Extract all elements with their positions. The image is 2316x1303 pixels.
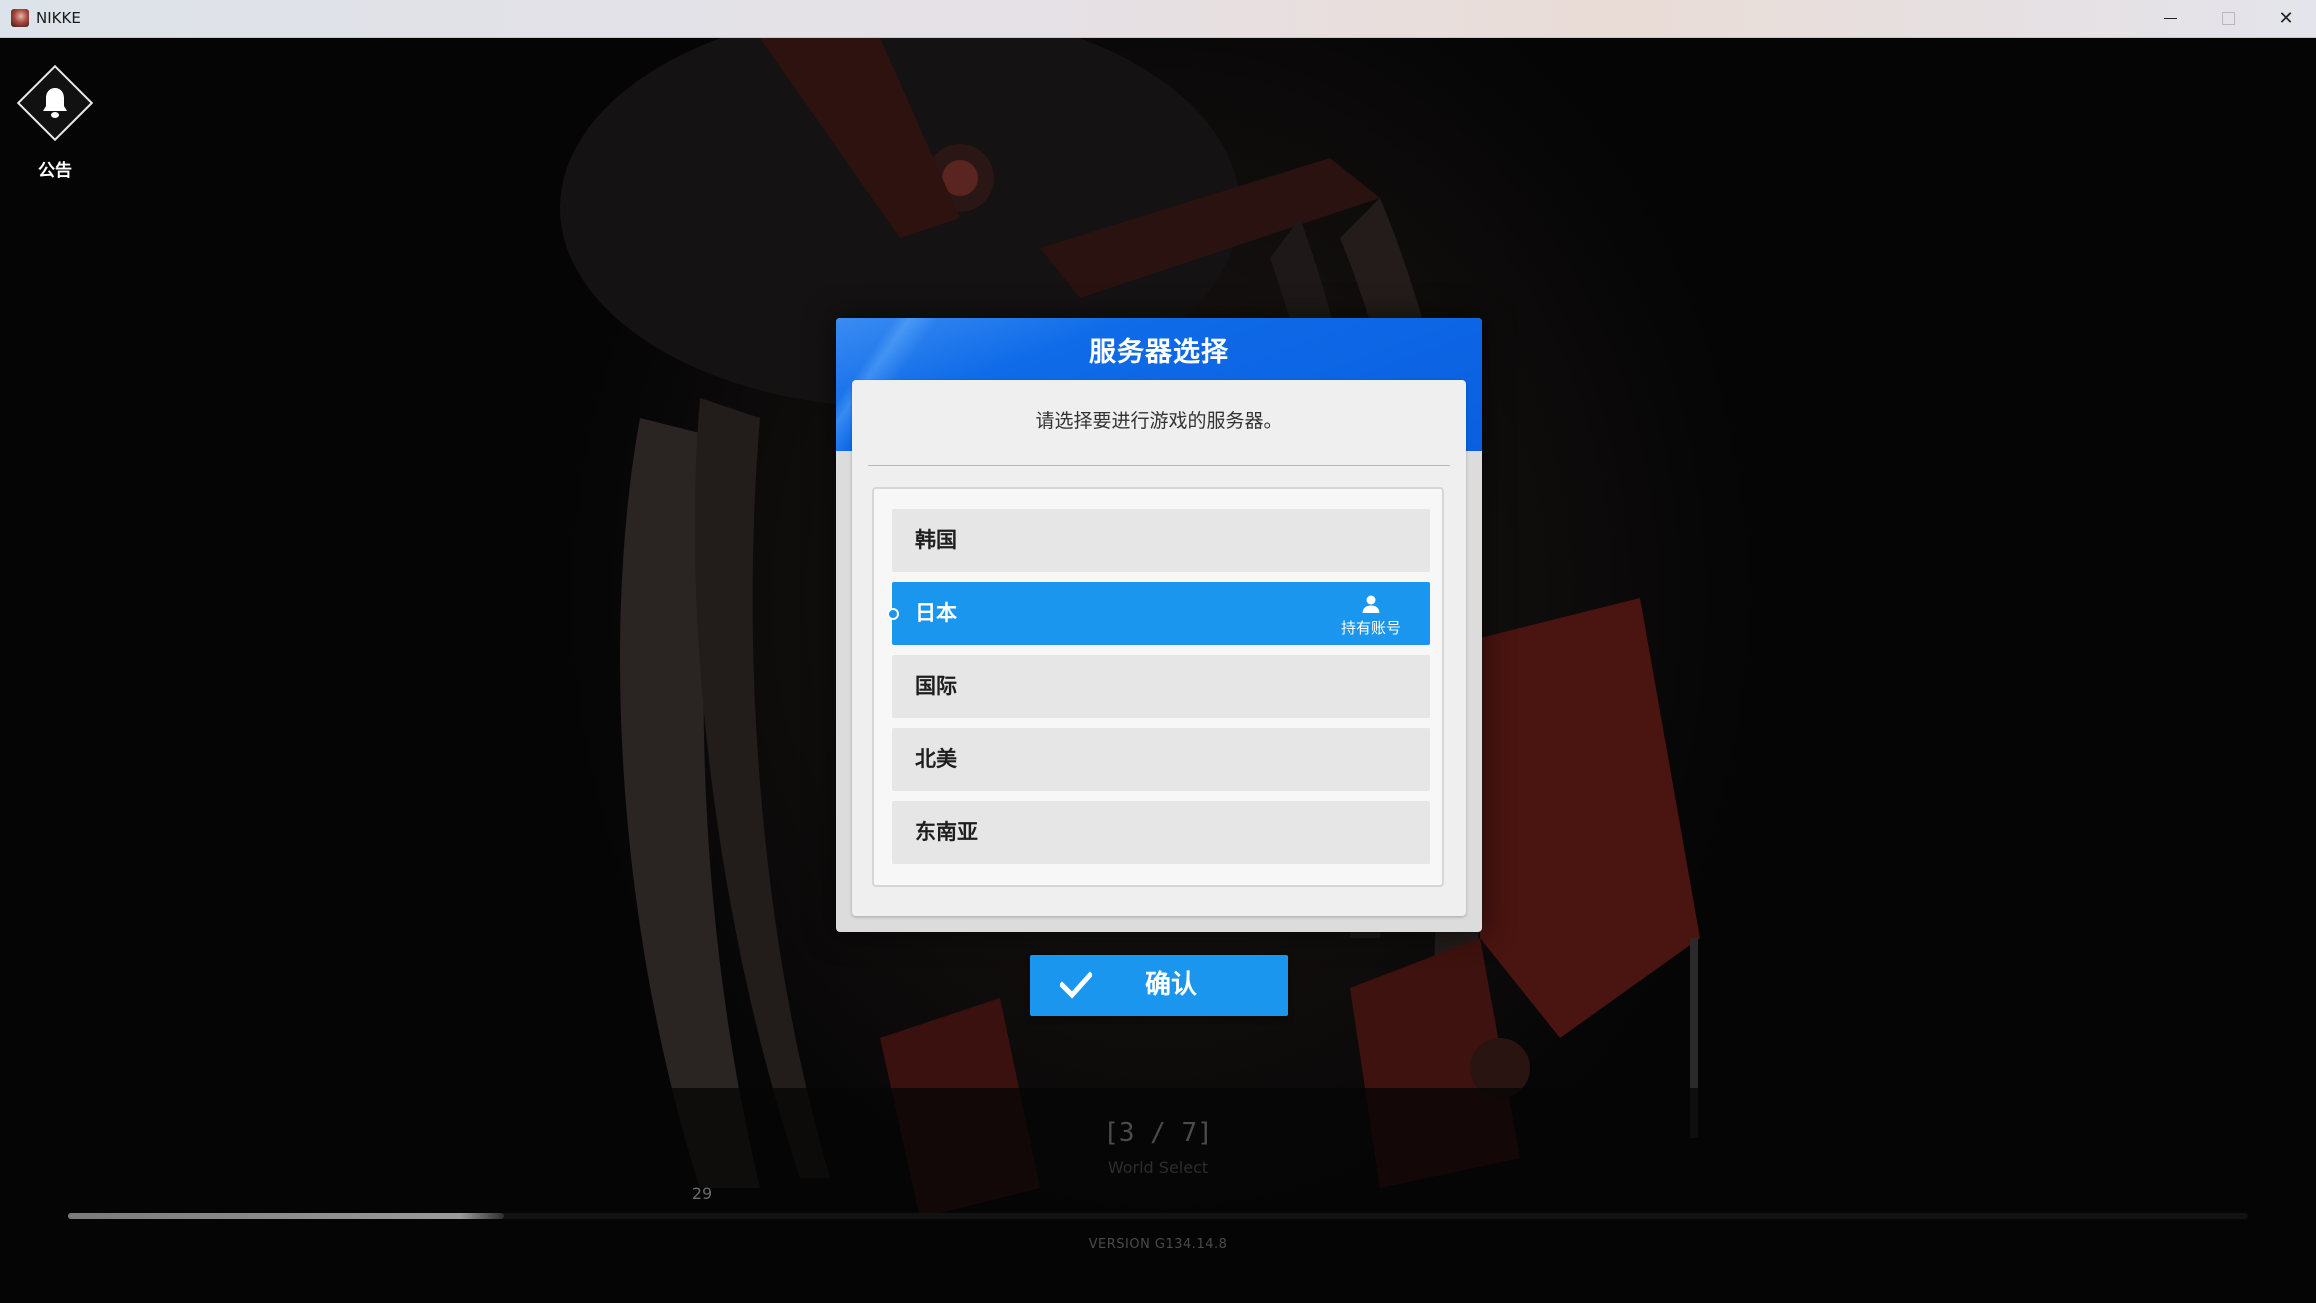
server-select-dialog: 服务器选择 请选择要进行游戏的服务器。 韩国 日本 持有账号 国际 北美 东南亚 bbox=[836, 318, 1482, 932]
confirm-button[interactable]: 确认 bbox=[1030, 955, 1288, 1016]
progress-value: 29 bbox=[691, 1184, 713, 1203]
progress-bar-fill bbox=[68, 1213, 504, 1219]
confirm-label: 确认 bbox=[1144, 970, 1197, 1000]
minimize-button[interactable] bbox=[2141, 0, 2199, 37]
server-item-north-america[interactable]: 北美 bbox=[892, 728, 1430, 791]
server-label: 韩国 bbox=[915, 528, 957, 552]
selected-indicator bbox=[887, 608, 899, 620]
has-account-label: 持有账号 bbox=[1340, 619, 1401, 637]
minimize-icon bbox=[2163, 18, 2177, 19]
notice-button[interactable]: 公告 bbox=[14, 64, 96, 181]
window-title: NIKKE bbox=[36, 9, 81, 27]
notice-label: 公告 bbox=[38, 161, 72, 181]
server-item-korea[interactable]: 韩国 bbox=[892, 509, 1430, 572]
server-item-southeast-asia[interactable]: 东南亚 bbox=[892, 801, 1430, 864]
user-icon bbox=[1362, 595, 1380, 613]
server-list: 韩国 日本 持有账号 国际 北美 东南亚 bbox=[872, 487, 1444, 887]
app-icon bbox=[11, 9, 29, 27]
divider bbox=[868, 465, 1450, 466]
server-label: 东南亚 bbox=[915, 820, 978, 844]
maximize-icon bbox=[2221, 12, 2235, 25]
dialog-body: 请选择要进行游戏的服务器。 韩国 日本 持有账号 国际 北美 东南亚 bbox=[852, 380, 1466, 916]
server-label: 国际 bbox=[915, 674, 957, 698]
close-icon: ✕ bbox=[2278, 8, 2294, 29]
bell-icon bbox=[43, 88, 67, 118]
server-label: 日本 bbox=[915, 601, 957, 625]
loading-step-counter: [3 / 7] bbox=[1103, 1118, 1213, 1148]
maximize-button[interactable] bbox=[2199, 0, 2257, 37]
dialog-title: 服务器选择 bbox=[1089, 337, 1229, 368]
loading-step-name: World Select bbox=[1107, 1158, 1209, 1177]
server-label: 北美 bbox=[915, 747, 957, 771]
close-button[interactable]: ✕ bbox=[2257, 0, 2315, 37]
title-bar: NIKKE ✕ bbox=[0, 0, 2316, 38]
progress-bar bbox=[68, 1213, 2248, 1219]
server-item-global[interactable]: 国际 bbox=[892, 655, 1430, 718]
version-label: VERSION G134.14.8 bbox=[1088, 1237, 1228, 1252]
game-window: NIKKE ✕ 公告 服务器选择 请选择要进行游戏的服务器。 韩国 日本 持有账… bbox=[0, 0, 2316, 1303]
server-item-japan[interactable]: 日本 持有账号 bbox=[887, 582, 1430, 645]
dialog-subtitle: 请选择要进行游戏的服务器。 bbox=[1035, 410, 1283, 432]
has-account-badge: 持有账号 bbox=[1336, 590, 1406, 640]
